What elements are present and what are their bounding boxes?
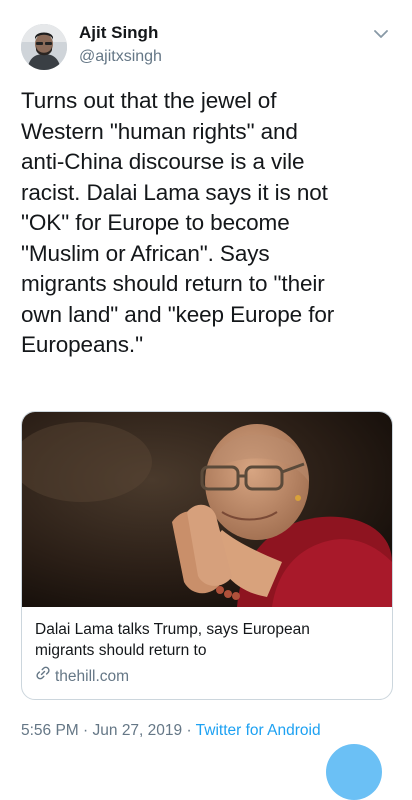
link-card-domain[interactable]: thehill.com xyxy=(35,665,380,687)
tweet-text: Turns out that the jewel of Western "hum… xyxy=(21,88,335,357)
display-name[interactable]: Ajit Singh xyxy=(79,22,162,44)
tweet-time: 5:56 PM xyxy=(21,722,79,739)
meta-separator: · xyxy=(182,722,196,739)
link-card-image xyxy=(22,412,392,607)
tweet-header: Ajit Singh @ajitxsingh xyxy=(21,18,393,72)
chevron-down-icon[interactable] xyxy=(371,24,391,44)
tweet-date: Jun 27, 2019 xyxy=(92,722,183,739)
link-card-title[interactable]: Dalai Lama talks Trump, says European mi… xyxy=(35,619,380,661)
link-icon xyxy=(35,665,51,687)
author-names[interactable]: Ajit Singh @ajitxsingh xyxy=(79,22,162,68)
meta-separator: · xyxy=(78,722,93,739)
user-handle[interactable]: @ajitxsingh xyxy=(79,46,162,68)
avatar[interactable] xyxy=(21,24,67,70)
compose-fab[interactable] xyxy=(326,744,382,800)
link-card-body[interactable]: Dalai Lama talks Trump, says European mi… xyxy=(35,619,380,687)
tweet-meta: 5:56 PM · Jun 27, 2019 · Twitter for And… xyxy=(21,720,321,742)
tweet-source-link[interactable]: Twitter for Android xyxy=(196,722,321,739)
link-card[interactable]: Dalai Lama talks Trump, says European mi… xyxy=(21,411,393,700)
link-domain-text: thehill.com xyxy=(55,667,130,685)
